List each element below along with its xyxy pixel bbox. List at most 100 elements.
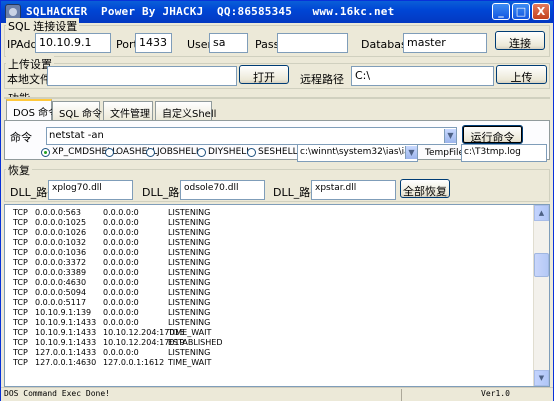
command-value: netstat -an [49, 130, 104, 141]
output-cell: 0.0.0.0:3372 [35, 258, 87, 267]
output-cell: TCP [13, 358, 28, 367]
output-cell: ESTABLISHED [168, 338, 223, 347]
output-cell: 127.0.0.1:4630 [35, 358, 97, 367]
output-cell: LISTENING [168, 308, 211, 317]
scroll-down-icon[interactable]: ▼ [534, 370, 549, 386]
path-value: c:\winnt\system32\ias\ias.mdb [300, 147, 417, 157]
output-cell: 0.0.0.0:0 [103, 308, 139, 317]
database-input[interactable]: master [403, 33, 487, 53]
output-cell: LISTENING [168, 278, 211, 287]
app-window: SQLHACKER Power By JHACKJ QQ:86585345 ww… [0, 0, 554, 401]
remote-path-input[interactable]: C:\ [351, 66, 494, 86]
output-cell: 0.0.0.0:563 [35, 208, 81, 217]
local-file-input[interactable] [47, 66, 237, 86]
output-lines: TCP 0.0.0.0:563 0.0.0.0:0 LISTENING TCP 0.0.0… [13, 208, 533, 368]
upload-button[interactable]: 上传 [496, 65, 547, 84]
connect-button[interactable]: 连接 [495, 31, 545, 50]
output-cell: 10.10.9.1:1433 [35, 328, 97, 337]
output-line: TCP 0.0.0.0:3389 0.0.0.0:0 LISTENING [13, 268, 533, 278]
output-cell: 0.0.0.0:0 [103, 238, 139, 247]
tab-file-manager[interactable]: 文件管理 [103, 101, 153, 120]
output-cell: LISTENING [168, 238, 211, 247]
output-cell: 0.0.0.0:1026 [35, 228, 87, 237]
output-line: TCP 0.0.0.0:1036 0.0.0.0:0 LISTENING [13, 248, 533, 258]
output-cell: LISTENING [168, 218, 211, 227]
window-title: SQLHACKER Power By JHACKJ QQ:86585345 ww… [26, 5, 395, 18]
output-cell: 0.0.0.0:0 [103, 208, 139, 217]
output-cell: LISTENING [168, 208, 211, 217]
output-cell: 127.0.0.1:1433 [35, 348, 97, 357]
status-separator [401, 389, 402, 401]
tab-dos-command[interactable]: DOS 命令 [6, 99, 58, 121]
port-input[interactable]: 1433 [135, 33, 172, 53]
output-cell: 0.0.0.0:1025 [35, 218, 87, 227]
output-cell: TCP [13, 208, 28, 217]
radio-jobshell[interactable] [146, 148, 155, 157]
dll-path-1-input[interactable]: xplog70.dll [48, 180, 133, 200]
path-combo[interactable]: c:\winnt\system32\ias\ias.mdb [297, 144, 418, 162]
minimize-button[interactable]: _ [492, 3, 510, 20]
tab-sql-command[interactable]: SQL 命令 [52, 101, 102, 120]
title-bar[interactable]: SQLHACKER Power By JHACKJ QQ:86585345 ww… [1, 1, 553, 23]
path-dropdown-arrow-icon[interactable]: ▼ [405, 146, 417, 159]
radio-diyshell-label: DIYSHELL [208, 147, 252, 157]
radio-oashell[interactable] [105, 148, 114, 157]
output-cell: LISTENING [168, 268, 211, 277]
scroll-thumb[interactable] [534, 253, 549, 277]
pass-input[interactable] [277, 33, 348, 53]
status-bar: DOS Command Exec Done! Ver1.0 [1, 387, 553, 401]
vertical-scrollbar[interactable]: ▲ ▼ [533, 205, 549, 386]
output-cell: TCP [13, 278, 28, 287]
close-button[interactable]: X [532, 3, 550, 20]
tempfile-label: TempFile [425, 148, 465, 158]
dll-path-2-input[interactable]: odsole70.dll [180, 180, 265, 200]
restore-legend: 恢复 [6, 162, 32, 178]
tab-custom-shell[interactable]: 自定义Shell [155, 101, 216, 120]
output-line: TCP 0.0.0.0:5094 0.0.0.0:0 LISTENING [13, 288, 533, 298]
output-cell: 0.0.0.0:5117 [35, 298, 87, 307]
open-button[interactable]: 打开 [239, 65, 289, 84]
output-cell: TCP [13, 318, 28, 327]
output-line: TCP 0.0.0.0:4630 0.0.0.0:0 LISTENING [13, 278, 533, 288]
maximize-button[interactable]: □ [512, 3, 530, 20]
output-cell: TCP [13, 308, 28, 317]
tempfile-input[interactable]: c:\T3tmp.log [461, 144, 547, 162]
remote-path-label: 远程路径 [300, 73, 344, 86]
output-cell: 0.0.0.0:1032 [35, 238, 87, 247]
output-cell: 0.0.0.0:0 [103, 288, 139, 297]
functions-divider [4, 97, 550, 99]
output-line: TCP 10.10.9.1:139 0.0.0.0:0 LISTENING [13, 308, 533, 318]
output-cell: 0.0.0.0:0 [103, 258, 139, 267]
dll-path-3-input[interactable]: xpstar.dll [311, 180, 396, 200]
radio-seshell[interactable] [247, 148, 256, 157]
output-line: TCP 0.0.0.0:1032 0.0.0.0:0 LISTENING [13, 238, 533, 248]
status-version: Ver1.0 [481, 389, 510, 398]
output-line: TCP 0.0.0.0:3372 0.0.0.0:0 LISTENING [13, 258, 533, 268]
output-cell: 0.0.0.0:0 [103, 348, 139, 357]
output-cell: LISTENING [168, 228, 211, 237]
command-output[interactable]: TCP 0.0.0.0:563 0.0.0.0:0 LISTENING TCP 0.0.0… [4, 204, 550, 387]
run-command-button[interactable]: 运行命令 [462, 125, 523, 144]
output-line: TCP 127.0.0.1:1433 0.0.0.0:0 LISTENING [13, 348, 533, 358]
pass-label: Pass [255, 38, 280, 51]
command-dropdown-arrow-icon[interactable]: ▼ [444, 129, 456, 143]
command-combo[interactable]: netstat -an [46, 127, 457, 145]
output-cell: TCP [13, 348, 28, 357]
output-cell: 0.0.0.0:0 [103, 298, 139, 307]
output-line: TCP 0.0.0.0:5117 0.0.0.0:0 LISTENING [13, 298, 533, 308]
user-input[interactable]: sa [209, 33, 248, 53]
output-cell: 10.10.9.1:1433 [35, 318, 97, 327]
radio-xp-cmdshell[interactable] [41, 148, 50, 157]
restore-all-button[interactable]: 全部恢复 [400, 179, 450, 198]
output-line: TCP 10.10.9.1:1433 10.10.12.204:17015 TIME_… [13, 328, 533, 338]
radio-diyshell[interactable] [197, 148, 206, 157]
output-cell: 10.10.9.1:139 [35, 308, 92, 317]
output-line: TCP 0.0.0.0:1025 0.0.0.0:0 LISTENING [13, 218, 533, 228]
scroll-up-icon[interactable]: ▲ [534, 205, 549, 221]
output-cell: TCP [13, 248, 28, 257]
ipaddr-input[interactable]: 10.10.9.1 [35, 33, 111, 53]
output-cell: 0.0.0.0:0 [103, 268, 139, 277]
output-cell: 0.0.0.0:5094 [35, 288, 87, 297]
output-cell: LISTENING [168, 348, 211, 357]
output-cell: LISTENING [168, 258, 211, 267]
